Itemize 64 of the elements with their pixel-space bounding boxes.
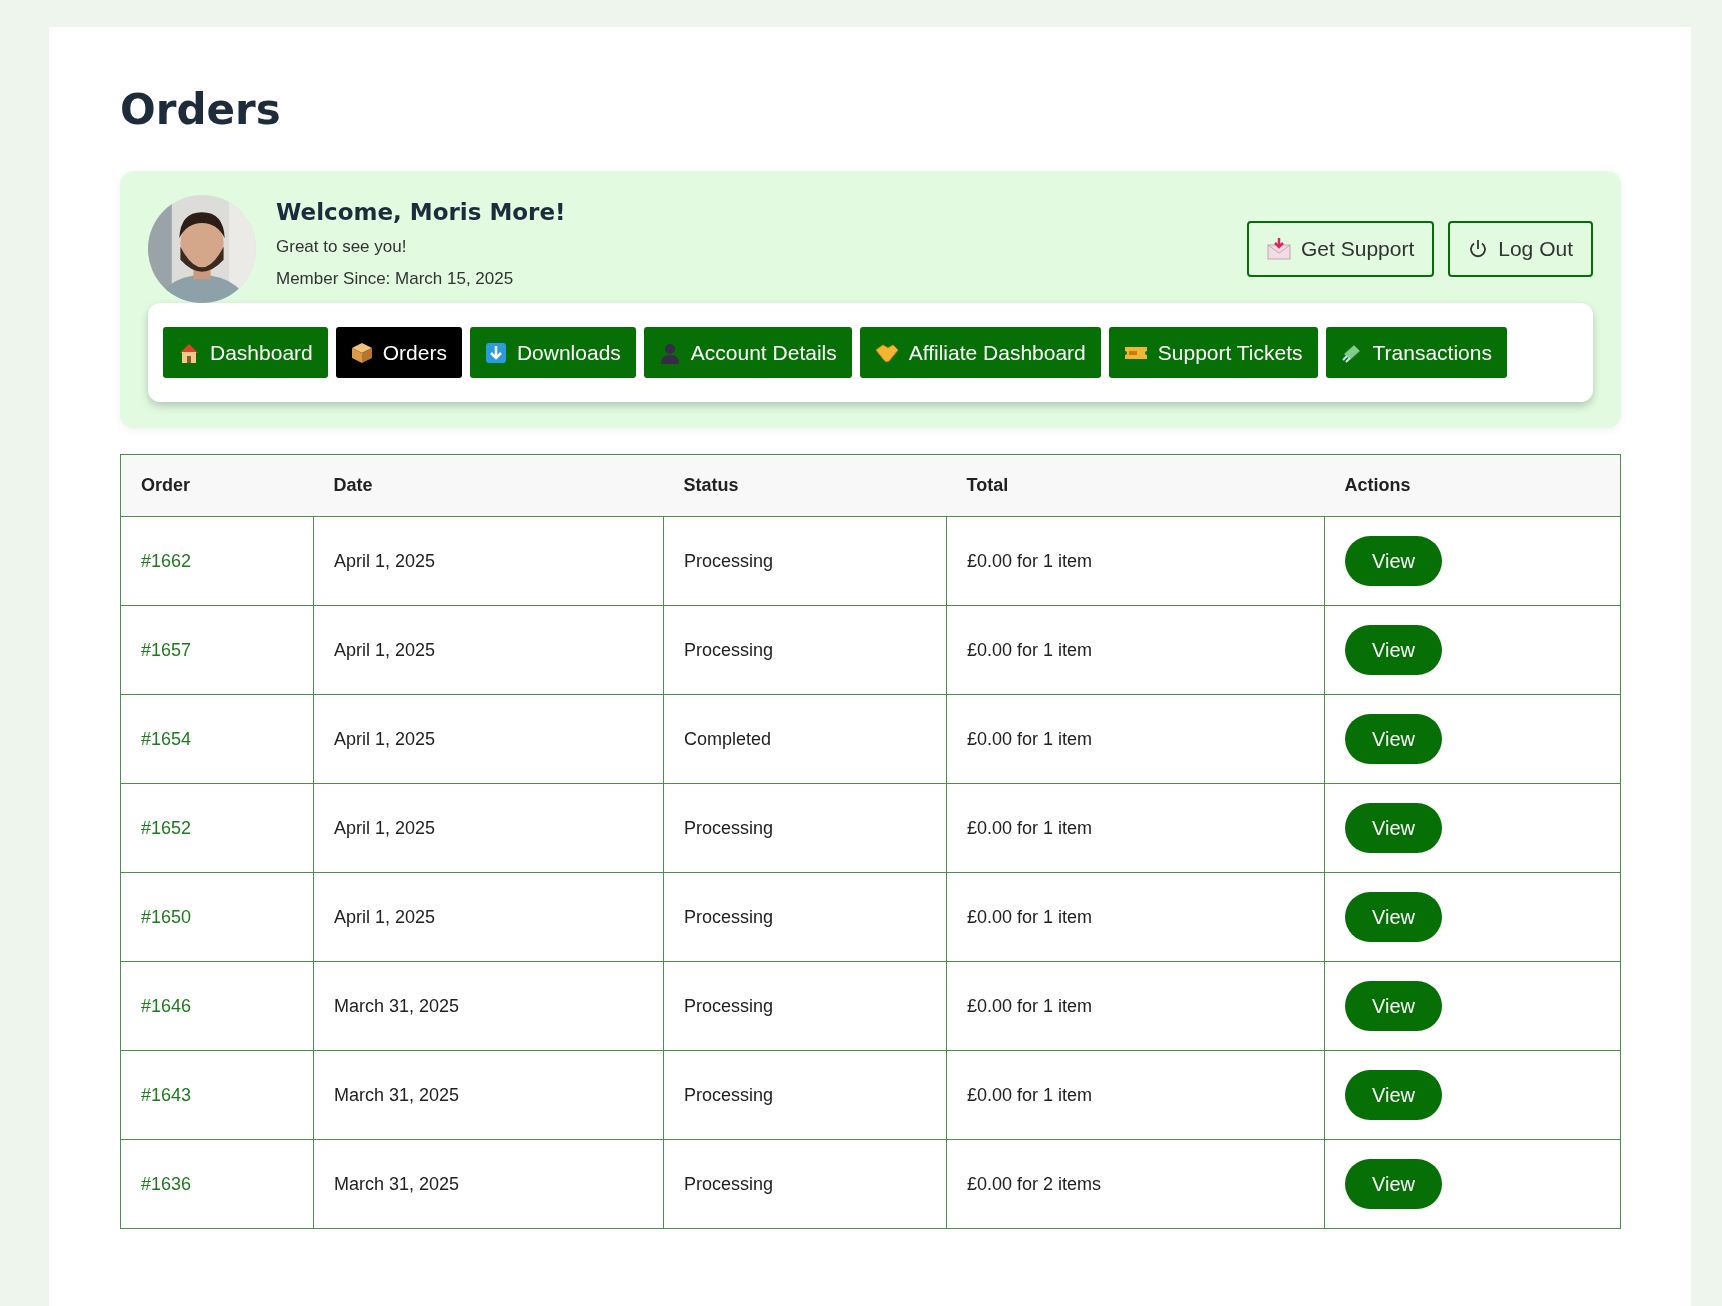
view-button[interactable]: View: [1345, 803, 1442, 854]
table-cell: Processing: [684, 1084, 774, 1105]
table-cell: March 31, 2025: [334, 1173, 460, 1194]
table-cell: April 1, 2025: [334, 817, 436, 838]
table-cell: April 1, 2025: [334, 906, 436, 927]
table-cell: £0.00 for 1 item: [967, 639, 1093, 660]
table-cell: Completed: [684, 728, 772, 749]
nav-tab[interactable]: Support Tickets: [1108, 327, 1318, 379]
box-icon: [350, 341, 373, 364]
member-since-text: Member Since: March 15, 2025: [276, 269, 515, 290]
view-button[interactable]: View: [1345, 1070, 1442, 1121]
greeting-text: Great to see you!: [276, 237, 408, 258]
table-cell: £0.00 for 1 item: [967, 1084, 1093, 1105]
person-icon: [658, 341, 681, 364]
column-header: Actions: [1324, 454, 1621, 517]
order-link[interactable]: #1646: [141, 995, 192, 1016]
table-cell: £0.00 for 1 item: [967, 995, 1093, 1016]
welcome-heading: Welcome, Moris More!: [276, 199, 567, 226]
support-button[interactable]: Get Support: [1247, 221, 1435, 278]
table-cell: Processing: [684, 639, 774, 660]
table-cell: £0.00 for 2 items: [967, 1173, 1102, 1194]
order-link[interactable]: #1652: [141, 817, 192, 838]
nav-tab[interactable]: Downloads: [469, 327, 636, 379]
view-button[interactable]: View: [1345, 536, 1442, 587]
log-out-button[interactable]: Log Out: [1448, 221, 1593, 278]
power-icon: [1468, 239, 1489, 260]
page-title: Orders: [120, 85, 282, 136]
table-cell: £0.00 for 1 item: [967, 728, 1093, 749]
table-cell: Processing: [684, 1173, 774, 1194]
nav-tab[interactable]: Account Details: [643, 327, 852, 379]
column-header: Order: [120, 454, 314, 517]
table-cell: Processing: [684, 817, 774, 838]
house-icon: [178, 341, 200, 364]
order-link[interactable]: #1657: [141, 639, 192, 660]
view-button[interactable]: View: [1345, 892, 1442, 943]
order-link[interactable]: #1654: [141, 728, 192, 749]
envelope-icon: [1267, 238, 1292, 261]
table-cell: Processing: [684, 550, 774, 571]
order-link[interactable]: #1662: [141, 550, 192, 571]
view-button[interactable]: View: [1345, 981, 1442, 1032]
view-button[interactable]: View: [1345, 625, 1442, 676]
table-cell: £0.00 for 1 item: [967, 906, 1093, 927]
table-cell: April 1, 2025: [334, 550, 436, 571]
nav-tab[interactable]: Dashboard: [163, 327, 328, 379]
nav-tab[interactable]: Orders: [335, 327, 462, 379]
table-cell: £0.00 for 1 item: [967, 550, 1093, 571]
nav-tab[interactable]: Transactions: [1325, 327, 1507, 379]
table-cell: March 31, 2025: [334, 995, 460, 1016]
order-link[interactable]: #1636: [141, 1173, 192, 1194]
view-button[interactable]: View: [1345, 714, 1442, 765]
table-cell: £0.00 for 1 item: [967, 817, 1093, 838]
order-link[interactable]: #1650: [141, 906, 192, 927]
view-button[interactable]: View: [1345, 1159, 1442, 1210]
nav-tab[interactable]: Affiliate Dashboard: [859, 327, 1101, 379]
table-cell: April 1, 2025: [334, 639, 436, 660]
table-cell: Processing: [684, 995, 774, 1016]
download-icon: [484, 341, 507, 364]
order-link[interactable]: #1643: [141, 1084, 192, 1105]
table-cell: April 1, 2025: [334, 728, 436, 749]
column-header: Status: [663, 454, 947, 517]
column-header: Date: [313, 454, 664, 517]
column-header: Total: [946, 454, 1325, 517]
table-cell: Processing: [684, 906, 774, 927]
table-cell: March 31, 2025: [334, 1084, 460, 1105]
